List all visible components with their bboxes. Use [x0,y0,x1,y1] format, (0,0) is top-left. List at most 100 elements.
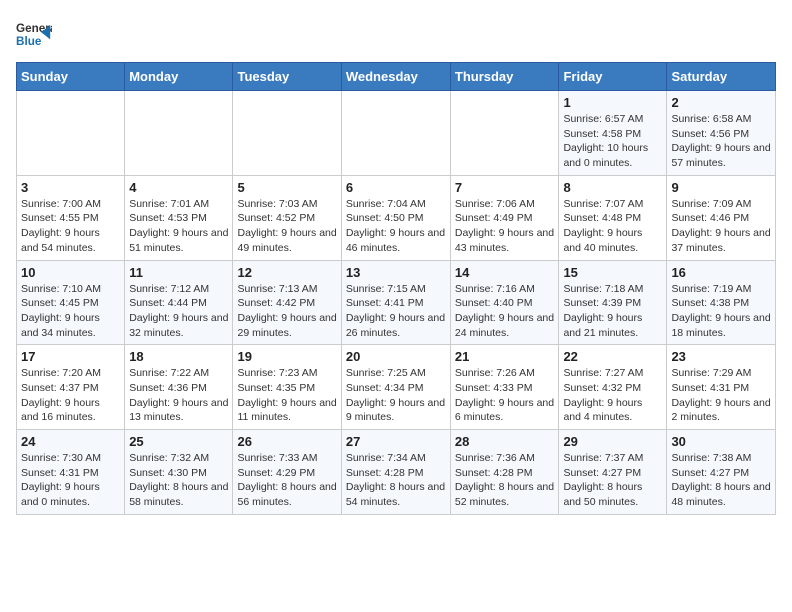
logo: General Blue [16,16,56,52]
day-cell: 25 Sunrise: 7:32 AMSunset: 4:30 PMDaylig… [125,430,233,515]
day-number: 6 [346,180,446,195]
day-cell [233,91,341,176]
weekday-friday: Friday [559,63,667,91]
day-number: 1 [563,95,662,110]
day-info: Sunrise: 7:38 AMSunset: 4:27 PMDaylight:… [671,451,771,510]
day-cell [125,91,233,176]
day-cell: 3 Sunrise: 7:00 AMSunset: 4:55 PMDayligh… [17,175,125,260]
day-cell: 21 Sunrise: 7:26 AMSunset: 4:33 PMDaylig… [450,345,559,430]
day-cell: 7 Sunrise: 7:06 AMSunset: 4:49 PMDayligh… [450,175,559,260]
page-header: General Blue [16,16,776,52]
day-cell: 19 Sunrise: 7:23 AMSunset: 4:35 PMDaylig… [233,345,341,430]
day-cell: 15 Sunrise: 7:18 AMSunset: 4:39 PMDaylig… [559,260,667,345]
day-info: Sunrise: 7:26 AMSunset: 4:33 PMDaylight:… [455,366,555,425]
weekday-wednesday: Wednesday [341,63,450,91]
day-info: Sunrise: 7:03 AMSunset: 4:52 PMDaylight:… [237,197,336,256]
day-cell: 9 Sunrise: 7:09 AMSunset: 4:46 PMDayligh… [667,175,776,260]
day-cell: 30 Sunrise: 7:38 AMSunset: 4:27 PMDaylig… [667,430,776,515]
day-number: 17 [21,349,120,364]
svg-text:Blue: Blue [16,35,42,48]
day-info: Sunrise: 7:15 AMSunset: 4:41 PMDaylight:… [346,282,446,341]
week-row-1: 3 Sunrise: 7:00 AMSunset: 4:55 PMDayligh… [17,175,776,260]
day-cell: 8 Sunrise: 7:07 AMSunset: 4:48 PMDayligh… [559,175,667,260]
day-number: 10 [21,265,120,280]
day-number: 4 [129,180,228,195]
day-number: 16 [671,265,771,280]
day-number: 28 [455,434,555,449]
day-cell: 2 Sunrise: 6:58 AMSunset: 4:56 PMDayligh… [667,91,776,176]
day-cell: 20 Sunrise: 7:25 AMSunset: 4:34 PMDaylig… [341,345,450,430]
day-cell: 12 Sunrise: 7:13 AMSunset: 4:42 PMDaylig… [233,260,341,345]
week-row-4: 24 Sunrise: 7:30 AMSunset: 4:31 PMDaylig… [17,430,776,515]
day-number: 27 [346,434,446,449]
day-cell: 29 Sunrise: 7:37 AMSunset: 4:27 PMDaylig… [559,430,667,515]
day-cell: 6 Sunrise: 7:04 AMSunset: 4:50 PMDayligh… [341,175,450,260]
weekday-tuesday: Tuesday [233,63,341,91]
logo-icon: General Blue [16,16,52,52]
day-info: Sunrise: 7:27 AMSunset: 4:32 PMDaylight:… [563,366,662,425]
day-info: Sunrise: 7:37 AMSunset: 4:27 PMDaylight:… [563,451,662,510]
day-info: Sunrise: 7:20 AMSunset: 4:37 PMDaylight:… [21,366,120,425]
day-info: Sunrise: 7:00 AMSunset: 4:55 PMDaylight:… [21,197,120,256]
day-number: 25 [129,434,228,449]
day-info: Sunrise: 7:34 AMSunset: 4:28 PMDaylight:… [346,451,446,510]
day-number: 14 [455,265,555,280]
day-info: Sunrise: 6:58 AMSunset: 4:56 PMDaylight:… [671,112,771,171]
day-cell: 26 Sunrise: 7:33 AMSunset: 4:29 PMDaylig… [233,430,341,515]
weekday-saturday: Saturday [667,63,776,91]
day-info: Sunrise: 7:09 AMSunset: 4:46 PMDaylight:… [671,197,771,256]
weekday-thursday: Thursday [450,63,559,91]
day-cell [450,91,559,176]
day-number: 2 [671,95,771,110]
day-cell: 18 Sunrise: 7:22 AMSunset: 4:36 PMDaylig… [125,345,233,430]
calendar-body: 1 Sunrise: 6:57 AMSunset: 4:58 PMDayligh… [17,91,776,515]
day-cell [17,91,125,176]
day-cell: 16 Sunrise: 7:19 AMSunset: 4:38 PMDaylig… [667,260,776,345]
day-info: Sunrise: 7:29 AMSunset: 4:31 PMDaylight:… [671,366,771,425]
day-info: Sunrise: 7:23 AMSunset: 4:35 PMDaylight:… [237,366,336,425]
day-info: Sunrise: 7:16 AMSunset: 4:40 PMDaylight:… [455,282,555,341]
day-cell: 4 Sunrise: 7:01 AMSunset: 4:53 PMDayligh… [125,175,233,260]
day-info: Sunrise: 7:12 AMSunset: 4:44 PMDaylight:… [129,282,228,341]
weekday-sunday: Sunday [17,63,125,91]
day-info: Sunrise: 7:13 AMSunset: 4:42 PMDaylight:… [237,282,336,341]
day-number: 26 [237,434,336,449]
day-number: 11 [129,265,228,280]
day-info: Sunrise: 7:01 AMSunset: 4:53 PMDaylight:… [129,197,228,256]
weekday-header-row: SundayMondayTuesdayWednesdayThursdayFrid… [17,63,776,91]
weekday-monday: Monday [125,63,233,91]
day-info: Sunrise: 7:36 AMSunset: 4:28 PMDaylight:… [455,451,555,510]
week-row-0: 1 Sunrise: 6:57 AMSunset: 4:58 PMDayligh… [17,91,776,176]
day-info: Sunrise: 7:10 AMSunset: 4:45 PMDaylight:… [21,282,120,341]
day-info: Sunrise: 7:18 AMSunset: 4:39 PMDaylight:… [563,282,662,341]
day-number: 5 [237,180,336,195]
day-cell: 27 Sunrise: 7:34 AMSunset: 4:28 PMDaylig… [341,430,450,515]
day-number: 18 [129,349,228,364]
calendar-table: SundayMondayTuesdayWednesdayThursdayFrid… [16,62,776,515]
day-cell: 22 Sunrise: 7:27 AMSunset: 4:32 PMDaylig… [559,345,667,430]
day-cell [341,91,450,176]
day-number: 13 [346,265,446,280]
day-cell: 10 Sunrise: 7:10 AMSunset: 4:45 PMDaylig… [17,260,125,345]
day-cell: 24 Sunrise: 7:30 AMSunset: 4:31 PMDaylig… [17,430,125,515]
day-info: Sunrise: 6:57 AMSunset: 4:58 PMDaylight:… [563,112,662,171]
calendar-header: SundayMondayTuesdayWednesdayThursdayFrid… [17,63,776,91]
day-info: Sunrise: 7:25 AMSunset: 4:34 PMDaylight:… [346,366,446,425]
day-cell: 11 Sunrise: 7:12 AMSunset: 4:44 PMDaylig… [125,260,233,345]
day-info: Sunrise: 7:33 AMSunset: 4:29 PMDaylight:… [237,451,336,510]
day-info: Sunrise: 7:22 AMSunset: 4:36 PMDaylight:… [129,366,228,425]
day-number: 29 [563,434,662,449]
week-row-3: 17 Sunrise: 7:20 AMSunset: 4:37 PMDaylig… [17,345,776,430]
day-cell: 23 Sunrise: 7:29 AMSunset: 4:31 PMDaylig… [667,345,776,430]
day-cell: 28 Sunrise: 7:36 AMSunset: 4:28 PMDaylig… [450,430,559,515]
week-row-2: 10 Sunrise: 7:10 AMSunset: 4:45 PMDaylig… [17,260,776,345]
day-info: Sunrise: 7:32 AMSunset: 4:30 PMDaylight:… [129,451,228,510]
day-number: 19 [237,349,336,364]
day-cell: 1 Sunrise: 6:57 AMSunset: 4:58 PMDayligh… [559,91,667,176]
day-info: Sunrise: 7:30 AMSunset: 4:31 PMDaylight:… [21,451,120,510]
day-cell: 13 Sunrise: 7:15 AMSunset: 4:41 PMDaylig… [341,260,450,345]
day-info: Sunrise: 7:04 AMSunset: 4:50 PMDaylight:… [346,197,446,256]
day-cell: 5 Sunrise: 7:03 AMSunset: 4:52 PMDayligh… [233,175,341,260]
day-number: 12 [237,265,336,280]
day-number: 23 [671,349,771,364]
